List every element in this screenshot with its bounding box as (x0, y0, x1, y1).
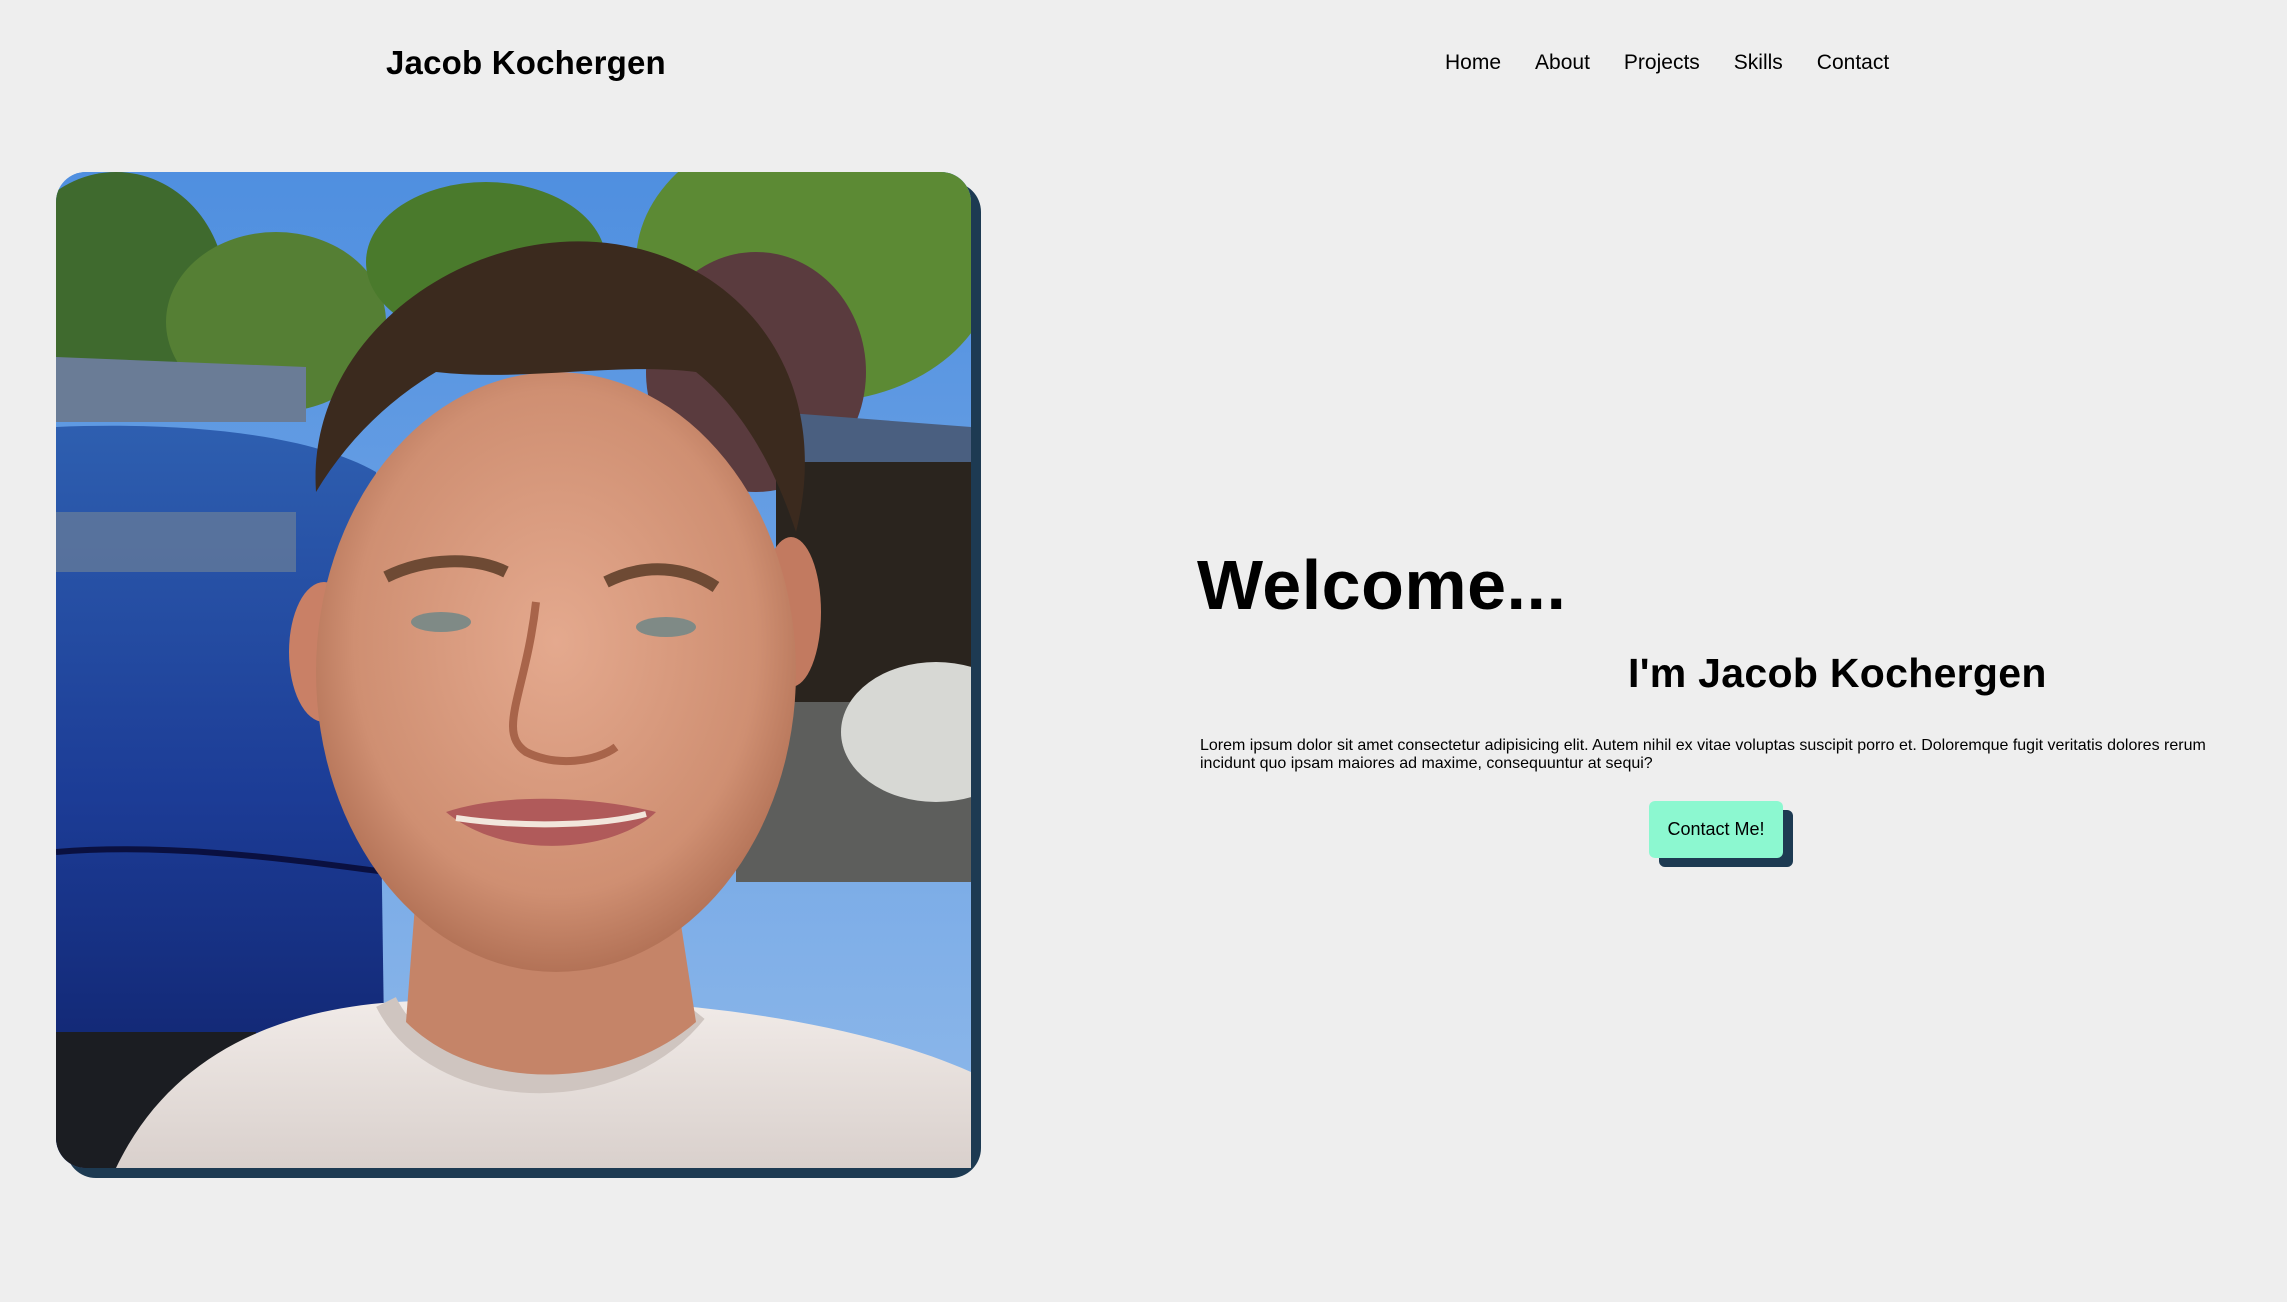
contact-me-button[interactable]: Contact Me! (1649, 801, 1783, 858)
nav-skills-link[interactable]: Skills (1734, 51, 1783, 75)
profile-photo (56, 172, 971, 1168)
nav-projects-link[interactable]: Projects (1624, 51, 1700, 75)
nav-contact-link[interactable]: Contact (1817, 51, 1889, 75)
welcome-heading: Welcome... (1197, 546, 1567, 624)
intro-description: Lorem ipsum dolor sit amet consectetur a… (1200, 737, 2206, 772)
main-nav: Home About Projects Skills Contact (1445, 51, 1889, 75)
intro-heading: I'm Jacob Kochergen (1628, 650, 2047, 696)
nav-home-link[interactable]: Home (1445, 51, 1501, 75)
nav-about-link[interactable]: About (1535, 51, 1590, 75)
site-brand[interactable]: Jacob Kochergen (386, 44, 666, 82)
page: Jacob Kochergen Home About Projects Skil… (0, 0, 2287, 1302)
